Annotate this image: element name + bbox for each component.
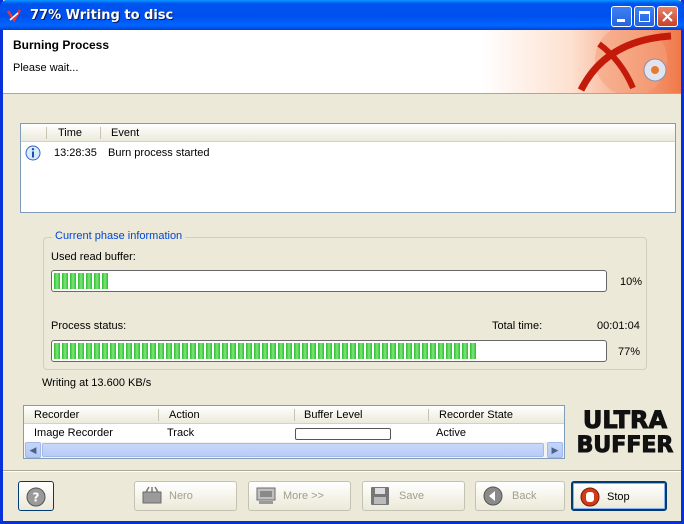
nero-logo-banner [481, 30, 681, 93]
more-button-label: More >> [283, 490, 324, 502]
nero-burn-icon [142, 486, 162, 504]
floppy-disk-icon [371, 487, 389, 505]
nero-button-label: Nero [169, 490, 193, 502]
back-arrow-icon [483, 486, 503, 506]
log-time: 13:28:35 [54, 147, 97, 159]
current-phase-group: Current phase information Used read buff… [43, 230, 647, 370]
stop-button-label: Stop [607, 491, 630, 503]
total-time-value: 00:01:04 [597, 320, 640, 332]
buffer-label: Used read buffer: [51, 251, 136, 263]
computer-icon [256, 487, 276, 504]
column-recorder[interactable]: Recorder [34, 409, 79, 421]
column-buffer-level[interactable]: Buffer Level [304, 409, 363, 421]
column-event[interactable]: Event [111, 127, 139, 139]
read-buffer-bar [51, 270, 607, 292]
recorder-action: Track [167, 427, 195, 439]
process-status-label: Process status: [51, 320, 127, 332]
recorder-buffer-level [295, 428, 391, 440]
process-status-bar [51, 340, 607, 362]
bottom-separator [3, 470, 681, 472]
group-legend: Current phase information [52, 230, 186, 242]
event-log[interactable]: Time Event 13:28:35 Burn process started [20, 123, 676, 213]
title-bar[interactable]: 77% Writing to disc [0, 0, 684, 30]
recorder-list-header: Recorder Action Buffer Level Recorder St… [24, 406, 564, 424]
total-time-label: Total time: [492, 320, 543, 332]
header-title: Burning Process [13, 38, 110, 52]
recorder-list[interactable]: Recorder Action Buffer Level Recorder St… [23, 405, 565, 459]
stop-button[interactable]: Stop [571, 481, 667, 511]
back-button-label: Back [512, 490, 537, 502]
log-event: Burn process started [108, 147, 210, 159]
horizontal-scrollbar[interactable]: ◀ ▶ [24, 442, 564, 458]
recorder-name: Image Recorder [34, 427, 113, 439]
log-row[interactable]: 13:28:35 Burn process started [21, 144, 675, 162]
wizard-header: Burning Process Please wait... [3, 30, 681, 94]
help-button[interactable]: ? [18, 481, 54, 511]
close-button[interactable] [657, 6, 678, 27]
header-subtitle: Please wait... [13, 62, 79, 74]
recorder-row[interactable]: Image Recorder Track Active [24, 425, 564, 441]
back-button[interactable]: Back [475, 481, 565, 511]
maximize-button[interactable] [634, 6, 655, 27]
ultra-buffer-logo: ULTRA BUFFER [575, 406, 675, 459]
scroll-left-button[interactable]: ◀ [25, 442, 41, 458]
buffer-percent: 10% [620, 276, 643, 288]
logo-word-ultra: ULTRA [583, 406, 668, 434]
window-title: 77% Writing to disc [30, 8, 174, 23]
process-status-fill [54, 343, 478, 359]
scroll-right-button[interactable]: ▶ [547, 442, 563, 458]
help-icon: ? [26, 487, 46, 507]
writing-speed: Writing at 13.600 KB/s [42, 377, 152, 389]
more-button[interactable]: More >> [248, 481, 351, 511]
nero-button[interactable]: Nero [134, 481, 237, 511]
nero-logo-icon [577, 30, 672, 93]
help-glyph: ? [33, 491, 40, 505]
info-icon [25, 145, 41, 161]
status-percent: 77% [618, 346, 641, 358]
nero-app-icon [6, 9, 22, 23]
burn-window: 77% Writing to disc Burning Process Plea… [0, 0, 684, 524]
scroll-thumb[interactable] [42, 443, 544, 457]
stop-hand-icon [580, 487, 600, 507]
save-button-label: Save [399, 490, 425, 502]
close-icon [662, 11, 673, 22]
column-action[interactable]: Action [169, 409, 200, 421]
column-recorder-state[interactable]: Recorder State [439, 409, 513, 421]
minimize-button[interactable] [611, 6, 632, 27]
recorder-state: Active [436, 427, 466, 439]
event-log-header: Time Event [21, 124, 675, 142]
ultra-buffer-logo-icon: ULTRA BUFFER [576, 406, 674, 459]
save-button[interactable]: Save [362, 481, 465, 511]
read-buffer-fill [54, 273, 109, 289]
logo-word-buffer: BUFFER [577, 433, 674, 456]
column-time[interactable]: Time [58, 127, 82, 139]
